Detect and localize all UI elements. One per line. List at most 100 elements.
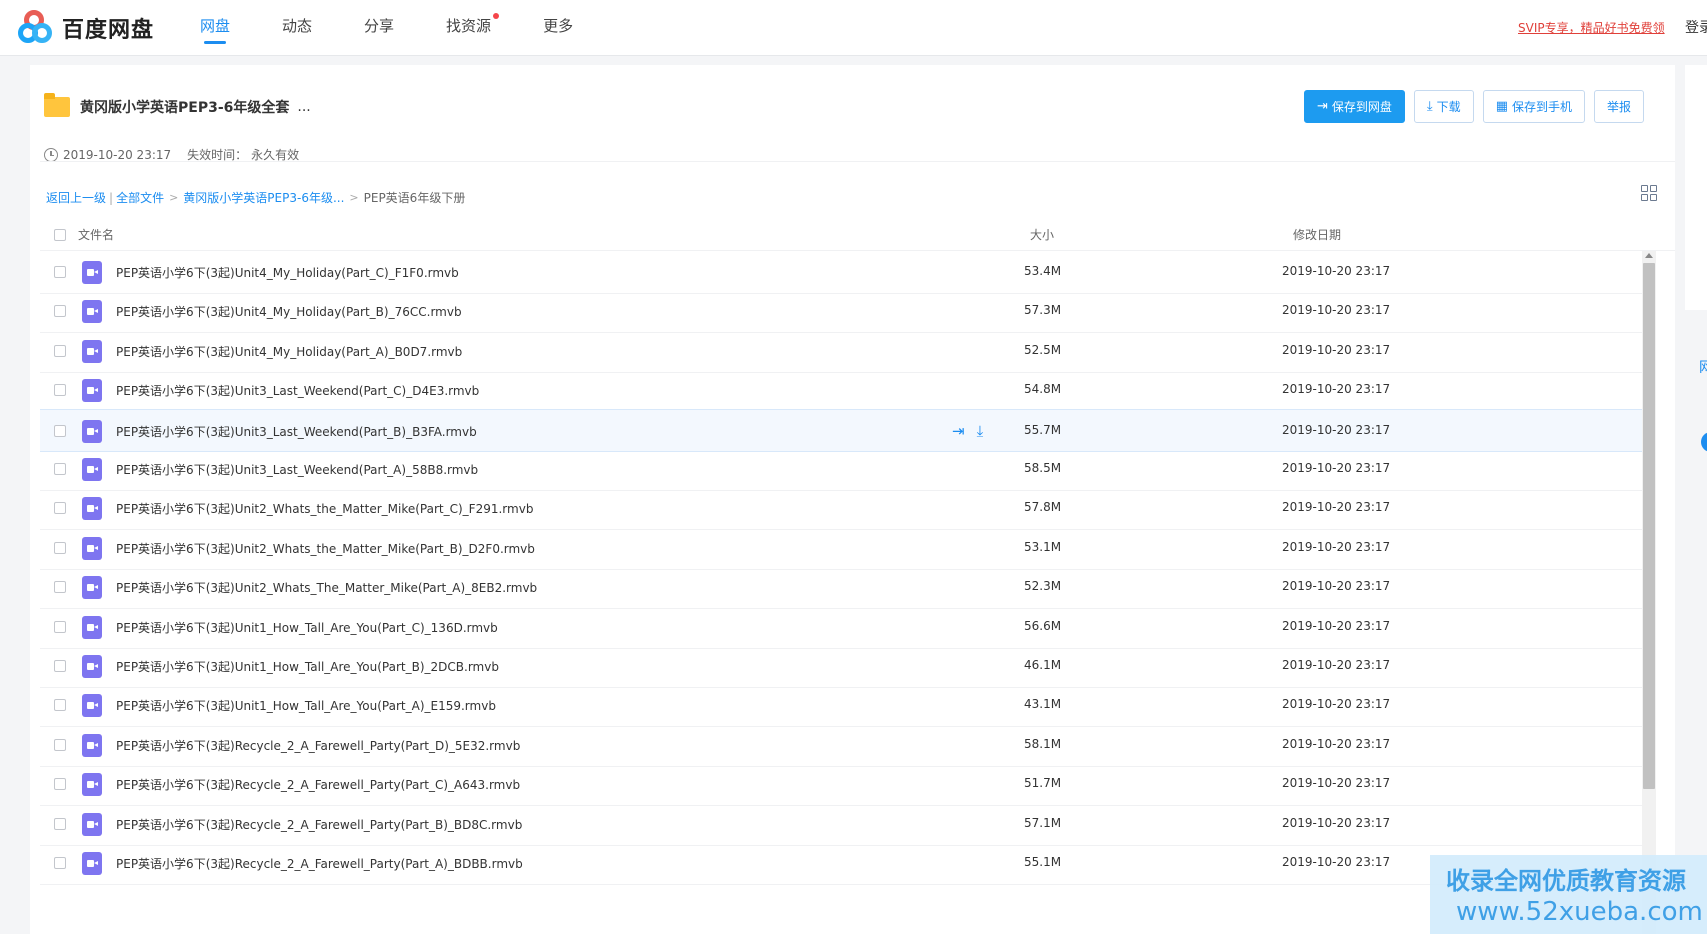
file-size: 57.3M xyxy=(1024,303,1062,317)
login-link[interactable]: 登录 xyxy=(1685,17,1707,37)
file-list-scrollbar[interactable] xyxy=(1642,251,1656,934)
svip-promo-link[interactable]: SVIP专享，精品好书免费领 xyxy=(1518,19,1665,36)
file-name[interactable]: PEP英语小学6下(3起)Recycle_2_A_Farewell_Party(… xyxy=(116,776,520,793)
file-row-checkbox[interactable] xyxy=(54,621,66,633)
file-row[interactable]: PEP英语小学6下(3起)Recycle_2_A_Farewell_Party(… xyxy=(40,803,1650,846)
file-name[interactable]: PEP英语小学6下(3起)Unit3_Last_Weekend(Part_B)_… xyxy=(116,423,477,440)
nav-item-share[interactable]: 分享 xyxy=(364,0,394,56)
file-modified-date: 2019-10-20 23:17 xyxy=(1282,855,1391,869)
side-panel-label[interactable]: 网 xyxy=(1699,357,1707,377)
video-file-icon xyxy=(82,300,102,323)
file-row[interactable]: PEP英语小学6下(3起)Unit3_Last_Weekend(Part_A)_… xyxy=(40,448,1650,491)
share-title: 黄冈版小学英语PEP3-6年级全套 xyxy=(80,100,290,116)
file-name[interactable]: PEP英语小学6下(3起)Unit2_Whats_The_Matter_Mike… xyxy=(116,579,537,596)
grid-view-toggle-icon[interactable] xyxy=(1641,185,1657,201)
video-file-icon xyxy=(82,655,102,678)
file-size: 53.1M xyxy=(1024,540,1062,554)
file-size: 52.3M xyxy=(1024,579,1062,593)
file-row-checkbox[interactable] xyxy=(54,384,66,396)
nav-item-more[interactable]: 更多 xyxy=(543,0,573,56)
file-row-checkbox[interactable] xyxy=(54,857,66,869)
file-row[interactable]: PEP英语小学6下(3起)Recycle_2_A_Farewell_Party(… xyxy=(40,842,1650,885)
file-name[interactable]: PEP英语小学6下(3起)Unit3_Last_Weekend(Part_A)_… xyxy=(116,461,478,478)
file-row[interactable]: PEP英语小学6下(3起)Unit4_My_Holiday(Part_C)_F1… xyxy=(40,251,1650,294)
file-row[interactable]: PEP英语小学6下(3起)Unit1_How_Tall_Are_You(Part… xyxy=(40,606,1650,649)
file-row-checkbox[interactable] xyxy=(54,581,66,593)
column-header-size[interactable]: 大小 xyxy=(1030,226,1054,243)
file-row[interactable]: PEP英语小学6下(3起)Unit4_My_Holiday(Part_A)_B0… xyxy=(40,330,1650,373)
select-all-checkbox[interactable] xyxy=(54,229,66,241)
file-row-checkbox[interactable] xyxy=(54,778,66,790)
file-row-checkbox[interactable] xyxy=(54,345,66,357)
file-row-checkbox[interactable] xyxy=(54,739,66,751)
file-modified-date: 2019-10-20 23:17 xyxy=(1282,579,1391,593)
baidu-netdisk-logo[interactable]: 百度网盘 xyxy=(18,10,154,46)
breadcrumb-back-link[interactable]: 返回上一级 xyxy=(46,189,106,206)
file-list: PEP英语小学6下(3起)Unit4_My_Holiday(Part_C)_F1… xyxy=(40,251,1650,934)
watermark-overlay: 收录全网优质教育资源 www.52xueba.com xyxy=(1430,855,1707,934)
report-button[interactable]: 举报 xyxy=(1594,90,1645,123)
download-icon[interactable]: ⤓ xyxy=(977,422,984,440)
file-row-checkbox[interactable] xyxy=(54,266,66,278)
breadcrumb-separator: | xyxy=(109,190,114,205)
file-modified-date: 2019-10-20 23:17 xyxy=(1282,303,1391,317)
file-name[interactable]: PEP英语小学6下(3起)Unit2_Whats_the_Matter_Mike… xyxy=(116,540,535,557)
file-name[interactable]: PEP英语小学6下(3起)Unit4_My_Holiday(Part_A)_B0… xyxy=(116,343,462,360)
file-name[interactable]: PEP英语小学6下(3起)Unit4_My_Holiday(Part_B)_76… xyxy=(116,303,462,320)
file-name[interactable]: PEP英语小学6下(3起)Recycle_2_A_Farewell_Party(… xyxy=(116,855,523,872)
file-row-checkbox[interactable] xyxy=(54,542,66,554)
file-size: 54.8M xyxy=(1024,382,1062,396)
file-size: 57.8M xyxy=(1024,500,1062,514)
file-name[interactable]: PEP英语小学6下(3起)Recycle_2_A_Farewell_Party(… xyxy=(116,737,520,754)
file-modified-date: 2019-10-20 23:17 xyxy=(1282,776,1391,790)
file-row-checkbox[interactable] xyxy=(54,425,66,437)
top-navigation-bar: 百度网盘 网盘 动态 分享 找资源 更多 SVIP专享，精品好书免费领 登录 xyxy=(0,0,1707,56)
file-row-checkbox[interactable] xyxy=(54,660,66,672)
file-row-checkbox[interactable] xyxy=(54,305,66,317)
file-name[interactable]: PEP英语小学6下(3起)Unit2_Whats_the_Matter_Mike… xyxy=(116,500,533,517)
file-size: 52.5M xyxy=(1024,343,1062,357)
save-to-netdisk-button[interactable]: ⇥ 保存到网盘 xyxy=(1304,90,1405,123)
right-side-panel xyxy=(1685,65,1707,310)
save-to-phone-button[interactable]: ▦ 保存到手机 xyxy=(1482,90,1585,123)
breadcrumb-chevron: > xyxy=(169,191,179,204)
file-row[interactable]: PEP英语小学6下(3起)Unit3_Last_Weekend(Part_C)_… xyxy=(40,369,1650,412)
nav-item-feed[interactable]: 动态 xyxy=(282,0,312,56)
file-row[interactable]: PEP英语小学6下(3起)Unit2_Whats_the_Matter_Mike… xyxy=(40,487,1650,530)
nav-item-find-resources[interactable]: 找资源 xyxy=(446,0,500,56)
scrollbar-thumb[interactable] xyxy=(1643,263,1655,789)
file-row[interactable]: PEP英语小学6下(3起)Recycle_2_A_Farewell_Party(… xyxy=(40,724,1650,767)
file-row[interactable]: PEP英语小学6下(3起)Unit4_My_Holiday(Part_B)_76… xyxy=(40,290,1650,333)
file-row[interactable]: PEP英语小学6下(3起)Unit1_How_Tall_Are_You(Part… xyxy=(40,684,1650,727)
file-name[interactable]: PEP英语小学6下(3起)Recycle_2_A_Farewell_Party(… xyxy=(116,816,522,833)
file-row[interactable]: PEP英语小学6下(3起)Unit3_Last_Weekend(Part_B)_… xyxy=(40,409,1650,452)
file-row[interactable]: PEP英语小学6下(3起)Recycle_2_A_Farewell_Party(… xyxy=(40,763,1650,806)
file-name[interactable]: PEP英语小学6下(3起)Unit4_My_Holiday(Part_C)_F1… xyxy=(116,264,459,281)
title-ellipsis[interactable]: ... xyxy=(297,99,310,115)
video-file-icon xyxy=(82,497,102,520)
file-name[interactable]: PEP英语小学6下(3起)Unit1_How_Tall_Are_You(Part… xyxy=(116,658,499,675)
file-name[interactable]: PEP英语小学6下(3起)Unit1_How_Tall_Are_You(Part… xyxy=(116,697,496,714)
scroll-up-arrow-icon[interactable] xyxy=(1645,253,1653,258)
file-name[interactable]: PEP英语小学6下(3起)Unit1_How_Tall_Are_You(Part… xyxy=(116,619,498,636)
column-header-date[interactable]: 修改日期 xyxy=(1293,226,1341,243)
column-header-name[interactable]: 文件名 xyxy=(78,226,114,243)
nav-item-netdisk[interactable]: 网盘 xyxy=(200,0,230,56)
video-file-icon xyxy=(82,340,102,363)
breadcrumb-parent-folder-link[interactable]: 黄冈版小学英语PEP3-6年级... xyxy=(183,189,344,206)
file-row-checkbox[interactable] xyxy=(54,699,66,711)
file-row-checkbox[interactable] xyxy=(54,463,66,475)
file-name[interactable]: PEP英语小学6下(3起)Unit3_Last_Weekend(Part_C)_… xyxy=(116,382,479,399)
file-row[interactable]: PEP英语小学6下(3起)Unit2_Whats_the_Matter_Mike… xyxy=(40,527,1650,570)
side-float-button[interactable] xyxy=(1701,432,1707,452)
file-row-checkbox[interactable] xyxy=(54,818,66,830)
download-button[interactable]: ⤓ 下载 xyxy=(1413,90,1474,123)
breadcrumb-all-files-link[interactable]: 全部文件 xyxy=(116,189,164,206)
file-modified-date: 2019-10-20 23:17 xyxy=(1282,423,1391,437)
file-row[interactable]: PEP英语小学6下(3起)Unit1_How_Tall_Are_You(Part… xyxy=(40,645,1650,688)
file-modified-date: 2019-10-20 23:17 xyxy=(1282,343,1391,357)
file-size: 43.1M xyxy=(1024,697,1062,711)
file-row-checkbox[interactable] xyxy=(54,502,66,514)
save-to-disk-icon[interactable]: ⇥ xyxy=(952,422,965,440)
file-row[interactable]: PEP英语小学6下(3起)Unit2_Whats_The_Matter_Mike… xyxy=(40,566,1650,609)
